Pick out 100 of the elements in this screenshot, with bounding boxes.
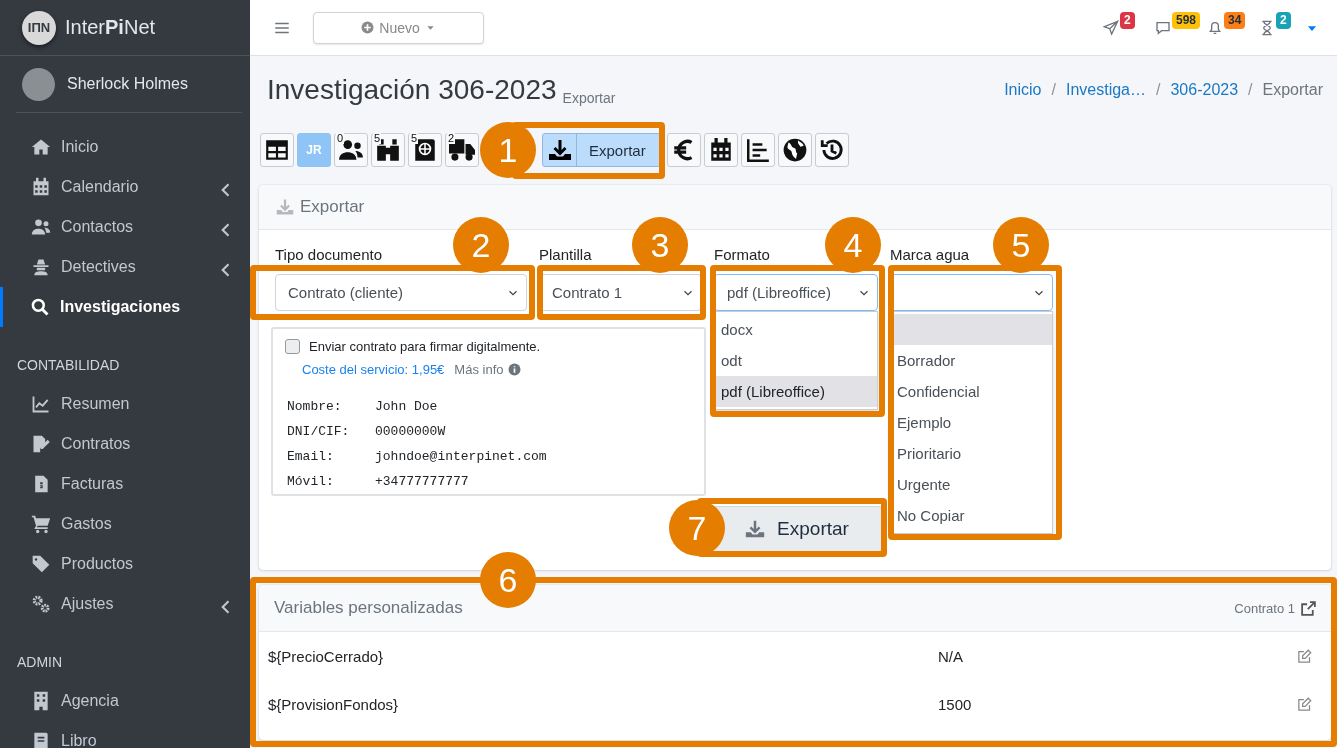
- toolbar-button[interactable]: [703, 133, 738, 167]
- sidebar-item[interactable]: Facturas: [0, 464, 250, 504]
- breadcrumb-link[interactable]: 306-2023: [1170, 81, 1239, 99]
- avatar: [22, 67, 55, 101]
- sidebar-item[interactable]: Productos: [0, 544, 250, 584]
- sidebar-item[interactable]: Ajustes: [0, 584, 250, 624]
- variable-name: ${ProvisionFondos}: [268, 695, 400, 713]
- count-badge: 2: [1276, 11, 1291, 29]
- toolbar-button[interactable]: 2: [445, 133, 479, 167]
- count-badge: 34: [1224, 11, 1246, 29]
- count-badge: 598: [1172, 11, 1201, 29]
- edit-icon[interactable]: [1297, 648, 1312, 664]
- sidebar-item[interactable]: Contratos: [0, 424, 250, 464]
- select-field[interactable]: Contrato (cliente): [275, 274, 527, 311]
- search-icon: [30, 297, 50, 317]
- dropdown-option[interactable]: odt: [715, 345, 877, 376]
- sidebar-item[interactable]: Inicio: [0, 127, 250, 167]
- checkbox[interactable]: [285, 338, 300, 354]
- bar-chart-icon: [744, 137, 771, 163]
- download-icon: [745, 519, 766, 539]
- service-cost-link[interactable]: Coste del servicio: 1,95€: [302, 361, 445, 377]
- hourglass-icon[interactable]: [1259, 19, 1275, 36]
- card-title: Variables personalizadas: [274, 598, 463, 618]
- people-icon: [31, 217, 51, 237]
- cart-icon: [31, 514, 51, 534]
- export-button[interactable]: Exportar: [542, 133, 661, 167]
- detail-value: John Doe: [375, 399, 439, 414]
- toolbar-button[interactable]: 5: [371, 133, 405, 167]
- page-subtitle: Exportar: [562, 90, 616, 106]
- select-field[interactable]: pdf (Libreoffice): [714, 274, 878, 311]
- toolbar-button[interactable]: [260, 133, 294, 167]
- dropdown-option[interactable]: Ejemplo: [891, 407, 1052, 438]
- sidebar-item[interactable]: Gastos: [0, 504, 250, 544]
- detail-label: DNI/CIF:: [287, 424, 351, 439]
- sidebar-item[interactable]: Agencia: [0, 681, 250, 721]
- field-label: Marca agua: [890, 246, 971, 264]
- count-label: 5: [373, 133, 382, 144]
- plus-circle-icon: [361, 21, 375, 34]
- globe-icon: [781, 137, 808, 163]
- line-chart-icon: [31, 394, 51, 414]
- comment-icon[interactable]: [1155, 19, 1171, 36]
- toolbar-button[interactable]: 5: [408, 133, 442, 167]
- breadcrumb-separator: /: [1051, 81, 1056, 99]
- breadcrumb-separator: /: [1156, 81, 1161, 99]
- variable-value: 1500: [938, 695, 973, 713]
- toolbar-button[interactable]: [777, 133, 812, 167]
- dropdown-option[interactable]: Prioritario: [891, 438, 1052, 469]
- toolbar-button[interactable]: [740, 133, 775, 167]
- toolbar-button[interactable]: [666, 133, 701, 167]
- detail-label: Móvil:: [287, 474, 335, 489]
- edit-icon[interactable]: [1297, 696, 1312, 712]
- bell-icon[interactable]: [1207, 19, 1223, 36]
- dropdown-option[interactable]: Urgente: [891, 469, 1052, 500]
- breadcrumb-link[interactable]: Inicio: [1004, 81, 1042, 99]
- more-info-label: Más info: [454, 361, 504, 377]
- detail-label: Nombre:: [287, 399, 343, 414]
- section-header: ADMIN: [16, 653, 64, 672]
- dropdown-option[interactable]: Confidencial: [891, 376, 1052, 407]
- toolbar-button[interactable]: [814, 133, 849, 167]
- sidebar-item[interactable]: Contactos: [0, 207, 250, 247]
- new-button[interactable]: Nuevo: [313, 11, 484, 44]
- breadcrumb-link[interactable]: Investiga…: [1065, 81, 1146, 99]
- table-icon: [264, 137, 290, 163]
- detail-label: Email:: [287, 449, 335, 464]
- step-marker: 1: [480, 122, 536, 178]
- tags-icon: [31, 554, 51, 574]
- brand-name: InterPiNet: [65, 16, 156, 39]
- detail-value: +34777777777: [375, 474, 470, 489]
- sidebar-item[interactable]: Libro: [0, 721, 250, 748]
- user-name[interactable]: Sherlock Holmes: [67, 75, 188, 93]
- count-label: 5: [410, 133, 419, 144]
- paper-plane-icon[interactable]: [1103, 19, 1119, 36]
- detail-value: johndoe@interpinet.com: [375, 449, 548, 464]
- field-label: Plantilla: [539, 246, 593, 264]
- template-link[interactable]: Contrato 1: [1234, 600, 1295, 616]
- section-header: CONTABILIDAD: [16, 356, 121, 375]
- export-button[interactable]: Exportar: [712, 506, 882, 552]
- dropdown-option[interactable]: pdf (Libreoffice): [715, 376, 877, 407]
- variable-value: N/A: [938, 647, 964, 665]
- download-icon: [547, 138, 572, 162]
- sidebar-item[interactable]: Detectives: [0, 247, 250, 287]
- logo: IΠN: [22, 10, 56, 45]
- variable-name: ${PrecioCerrado}: [268, 647, 385, 665]
- book-icon: [31, 731, 51, 748]
- detail-value: 00000000W: [375, 424, 447, 439]
- sidebar-item[interactable]: Investigaciones: [0, 287, 250, 327]
- sidebar-item[interactable]: Calendario: [0, 167, 250, 207]
- toolbar-button[interactable]: 0: [334, 133, 368, 167]
- external-link-icon[interactable]: [1300, 599, 1317, 617]
- gears-icon: [31, 594, 51, 614]
- detective-icon: [31, 257, 51, 277]
- dropdown-option[interactable]: Borrador: [891, 345, 1052, 376]
- breadcrumb-current: Exportar: [1262, 81, 1323, 99]
- breadcrumb-separator: /: [1248, 81, 1253, 99]
- count-label: 0: [336, 133, 345, 144]
- sidebar-item[interactable]: Resumen: [0, 384, 250, 424]
- dropdown-option[interactable]: No Copiar: [891, 500, 1052, 531]
- history-icon: [818, 137, 845, 163]
- dropdown-option[interactable]: docx: [715, 314, 877, 345]
- download-icon: [276, 198, 294, 216]
